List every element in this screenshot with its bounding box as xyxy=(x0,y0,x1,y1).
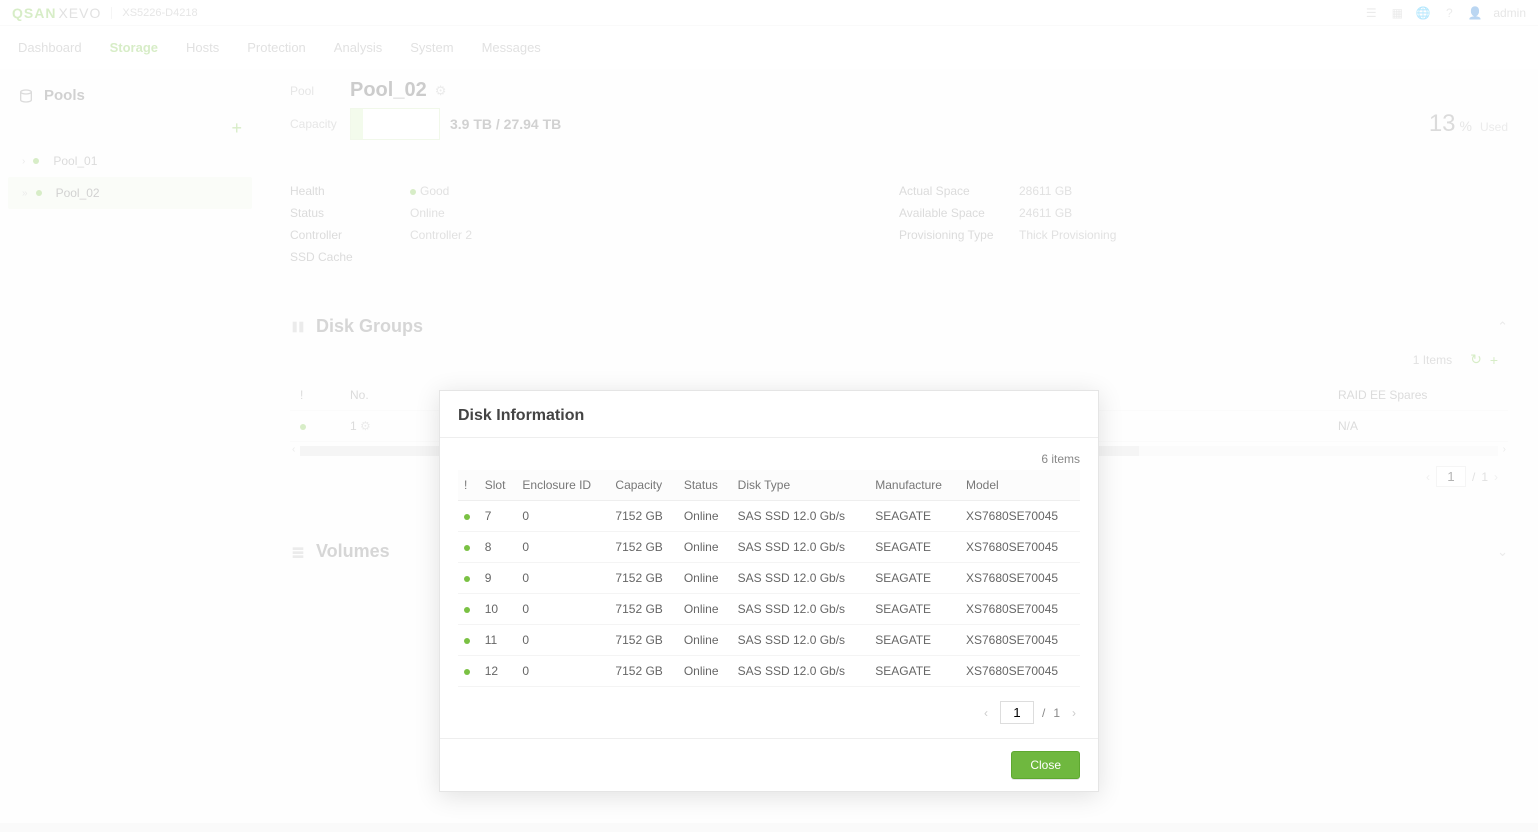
cell-status: Online xyxy=(678,656,732,687)
cell-status: Online xyxy=(678,532,732,563)
modal-pager: ‹ / 1 › xyxy=(458,687,1080,738)
cell-slot: 11 xyxy=(479,625,517,656)
pager-sep: / xyxy=(1042,706,1045,720)
table-row[interactable]: 1107152 GBOnlineSAS SSD 12.0 Gb/sSEAGATE… xyxy=(458,625,1080,656)
cell-model: XS7680SE70045 xyxy=(960,501,1080,532)
status-dot-icon xyxy=(464,607,470,613)
pager-prev-icon[interactable]: ‹ xyxy=(980,706,992,720)
cell-status: Online xyxy=(678,501,732,532)
cell-slot: 8 xyxy=(479,532,517,563)
disk-col-header: Capacity xyxy=(609,470,677,501)
cell-model: XS7680SE70045 xyxy=(960,563,1080,594)
disk-col-header: Slot xyxy=(479,470,517,501)
status-dot-icon xyxy=(464,638,470,644)
cell-disk-type: SAS SSD 12.0 Gb/s xyxy=(732,563,870,594)
cell-slot: 10 xyxy=(479,594,517,625)
cell-enclosure: 0 xyxy=(516,532,609,563)
cell-disk-type: SAS SSD 12.0 Gb/s xyxy=(732,656,870,687)
cell-status: Online xyxy=(678,563,732,594)
disk-col-header: Enclosure ID xyxy=(516,470,609,501)
disk-col-header: Status xyxy=(678,470,732,501)
cell-disk-type: SAS SSD 12.0 Gb/s xyxy=(732,532,870,563)
modal-items-count: 6 items xyxy=(458,448,1080,470)
pager-next-icon[interactable]: › xyxy=(1068,706,1080,720)
status-dot-icon xyxy=(464,669,470,675)
disk-col-header: Model xyxy=(960,470,1080,501)
close-button[interactable]: Close xyxy=(1011,751,1080,779)
cell-manufacture: SEAGATE xyxy=(869,501,960,532)
cell-disk-type: SAS SSD 12.0 Gb/s xyxy=(732,594,870,625)
cell-capacity: 7152 GB xyxy=(609,563,677,594)
cell-capacity: 7152 GB xyxy=(609,501,677,532)
status-dot-icon xyxy=(464,576,470,582)
cell-manufacture: SEAGATE xyxy=(869,563,960,594)
cell-model: XS7680SE70045 xyxy=(960,532,1080,563)
cell-capacity: 7152 GB xyxy=(609,625,677,656)
cell-capacity: 7152 GB xyxy=(609,594,677,625)
cell-manufacture: SEAGATE xyxy=(869,625,960,656)
cell-enclosure: 0 xyxy=(516,563,609,594)
cell-manufacture: SEAGATE xyxy=(869,532,960,563)
cell-disk-type: SAS SSD 12.0 Gb/s xyxy=(732,501,870,532)
disk-col-header: Disk Type xyxy=(732,470,870,501)
disk-table: !SlotEnclosure IDCapacityStatusDisk Type… xyxy=(458,470,1080,687)
table-row[interactable]: 907152 GBOnlineSAS SSD 12.0 Gb/sSEAGATEX… xyxy=(458,563,1080,594)
cell-enclosure: 0 xyxy=(516,501,609,532)
cell-slot: 7 xyxy=(479,501,517,532)
table-row[interactable]: 1007152 GBOnlineSAS SSD 12.0 Gb/sSEAGATE… xyxy=(458,594,1080,625)
cell-model: XS7680SE70045 xyxy=(960,625,1080,656)
pager-total: 1 xyxy=(1053,706,1060,720)
cell-enclosure: 0 xyxy=(516,594,609,625)
disk-col-header: ! xyxy=(458,470,479,501)
cell-model: XS7680SE70045 xyxy=(960,656,1080,687)
table-row[interactable]: 807152 GBOnlineSAS SSD 12.0 Gb/sSEAGATEX… xyxy=(458,532,1080,563)
cell-capacity: 7152 GB xyxy=(609,656,677,687)
cell-capacity: 7152 GB xyxy=(609,532,677,563)
cell-status: Online xyxy=(678,625,732,656)
cell-slot: 9 xyxy=(479,563,517,594)
table-row[interactable]: 707152 GBOnlineSAS SSD 12.0 Gb/sSEAGATEX… xyxy=(458,501,1080,532)
disk-info-modal: Disk Information 6 items !SlotEnclosure … xyxy=(439,390,1099,792)
cell-manufacture: SEAGATE xyxy=(869,656,960,687)
status-dot-icon xyxy=(464,545,470,551)
modal-title: Disk Information xyxy=(440,391,1098,438)
cell-slot: 12 xyxy=(479,656,517,687)
status-dot-icon xyxy=(464,514,470,520)
cell-enclosure: 0 xyxy=(516,656,609,687)
modal-overlay: Disk Information 6 items !SlotEnclosure … xyxy=(0,0,1538,823)
table-row[interactable]: 1207152 GBOnlineSAS SSD 12.0 Gb/sSEAGATE… xyxy=(458,656,1080,687)
pager-page-input[interactable] xyxy=(1000,701,1034,724)
cell-status: Online xyxy=(678,594,732,625)
cell-model: XS7680SE70045 xyxy=(960,594,1080,625)
disk-col-header: Manufacture xyxy=(869,470,960,501)
cell-manufacture: SEAGATE xyxy=(869,594,960,625)
cell-enclosure: 0 xyxy=(516,625,609,656)
cell-disk-type: SAS SSD 12.0 Gb/s xyxy=(732,625,870,656)
disk-table-header: !SlotEnclosure IDCapacityStatusDisk Type… xyxy=(458,470,1080,501)
